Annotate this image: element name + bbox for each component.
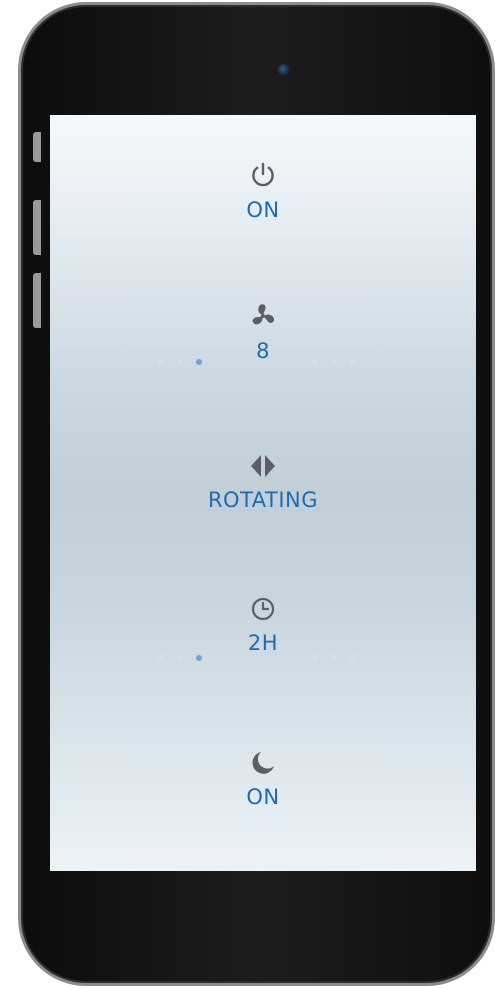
- oscillation-control[interactable]: ROTATING: [50, 453, 476, 513]
- fan-speed-dots-left[interactable]: [158, 359, 202, 365]
- timer-dot: [350, 655, 356, 661]
- app-screen: ON 8 ROTATING 2H ON: [50, 115, 476, 871]
- fan-icon: [252, 304, 275, 325]
- power-status: ON: [246, 198, 280, 222]
- timer-dots-left[interactable]: [158, 655, 202, 661]
- fan-speed-control[interactable]: 8: [50, 302, 476, 364]
- clock-icon: [251, 597, 275, 621]
- night-mode-status: ON: [246, 785, 280, 809]
- timer-dot: [312, 655, 318, 661]
- fan-speed-dot-active: [196, 359, 202, 365]
- fan-speed-dot: [177, 359, 183, 365]
- fan-speed-dots-right[interactable]: [312, 359, 356, 365]
- timer-dots-right[interactable]: [312, 655, 356, 661]
- moon-icon: [252, 752, 274, 774]
- timer-dot: [158, 655, 164, 661]
- fan-speed-dot: [331, 359, 337, 365]
- timer-dot-active: [196, 655, 202, 661]
- fan-speed-value: 8: [256, 339, 270, 363]
- front-camera: [278, 64, 290, 76]
- power-icon: [252, 162, 274, 187]
- fan-speed-dot: [312, 359, 318, 365]
- volume-down-button: [33, 273, 41, 328]
- power-control[interactable]: ON: [50, 161, 476, 223]
- timer-value: 2H: [247, 631, 279, 655]
- night-mode-control[interactable]: ON: [50, 750, 476, 810]
- oscillation-status: ROTATING: [207, 488, 319, 512]
- volume-up-button: [33, 200, 41, 255]
- mute-switch: [33, 132, 41, 162]
- timer-dot: [331, 655, 337, 661]
- timer-dot: [177, 655, 183, 661]
- timer-control[interactable]: 2H: [50, 596, 476, 656]
- rotate-arrows-icon: [251, 455, 275, 477]
- fan-speed-dot: [158, 359, 164, 365]
- fan-speed-dot: [350, 359, 356, 365]
